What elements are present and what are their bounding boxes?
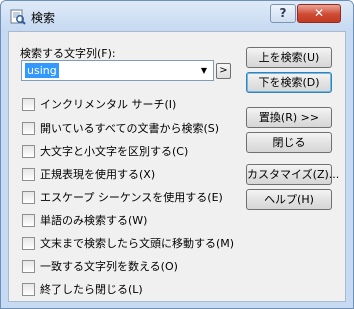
checkbox[interactable] [22,190,35,204]
checkbox[interactable] [22,236,35,250]
find-app-icon [10,9,26,25]
option-regex[interactable]: 正規表現を使用する(X) [22,166,155,182]
option-search-all-documents[interactable]: 開いているすべての文書から検索(S) [22,120,219,136]
checkbox[interactable] [22,97,35,111]
checkbox[interactable] [22,144,35,158]
find-dialog: 検索 ? ✕ 検索する文字列(F): using ▼ > 上を検索(U) 下を検… [0,0,354,309]
title-bar: 検索 ? ✕ [1,1,353,31]
checkbox[interactable] [22,282,35,296]
find-label: 検索する文字列(F): [20,47,116,60]
dropdown-arrow-icon[interactable]: ▼ [196,62,212,79]
option-count-matches[interactable]: 一致する文字列を数える(O) [22,258,178,274]
checkbox[interactable] [22,121,35,135]
find-input-value[interactable]: using [25,63,59,78]
more-options-button[interactable]: > [216,63,231,79]
option-incremental-search[interactable]: インクリメンタル サーチ(I) [22,96,176,112]
close-button[interactable]: 閉じる [246,132,332,153]
dialog-body: 検索する文字列(F): using ▼ > 上を検索(U) 下を検索(D) 置換… [8,31,346,302]
checkbox[interactable] [22,259,35,273]
find-input[interactable]: using ▼ [21,60,214,81]
help-icon[interactable]: ? [270,4,296,23]
find-down-button[interactable]: 下を検索(D) [246,72,332,93]
option-whole-word[interactable]: 単語のみ検索する(W) [22,212,147,228]
checkbox[interactable] [22,213,35,227]
option-match-case[interactable]: 大文字と小文字を区別する(C) [22,143,188,159]
find-up-button[interactable]: 上を検索(U) [246,47,332,68]
help-button[interactable]: ヘルプ(H) [246,189,332,210]
close-icon[interactable]: ✕ [297,4,341,23]
checkbox[interactable] [22,167,35,181]
option-escape-sequences[interactable]: エスケープ シーケンスを使用する(E) [22,189,223,205]
window-title: 検索 [31,11,56,25]
option-wrap-around[interactable]: 文末まで検索したら文頭に移動する(M) [22,235,234,251]
replace-button[interactable]: 置換(R) >> [246,107,332,128]
customize-button[interactable]: カスタマイズ(Z)... [246,164,339,185]
option-close-when-done[interactable]: 終了したら閉じる(L) [22,281,143,297]
